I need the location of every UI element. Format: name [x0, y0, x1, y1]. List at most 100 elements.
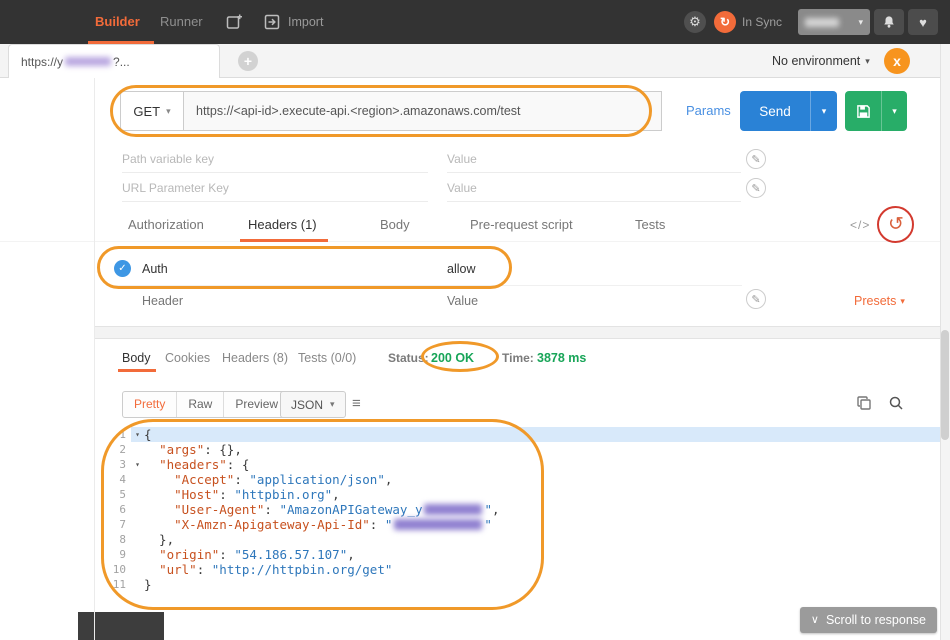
send-options-caret[interactable]: ▾	[810, 91, 837, 131]
tab-tests[interactable]: Tests	[635, 210, 665, 240]
chevron-down-icon: ▾	[166, 106, 171, 117]
search-icon[interactable]	[888, 395, 904, 411]
code-line: 11}	[95, 577, 940, 592]
account-button[interactable]: ▾	[798, 9, 870, 35]
fold-caret-icon[interactable]: ▾	[131, 457, 144, 472]
settings-gear-icon[interactable]: ⚙	[684, 11, 706, 33]
view-mode-raw[interactable]: Raw	[177, 392, 224, 417]
wrap-lines-icon[interactable]: ≡	[352, 394, 361, 414]
request-url-input[interactable]	[183, 91, 662, 131]
environment-quick-look-icon[interactable]: x	[884, 48, 910, 74]
code-body: 1▾{2 "args": {},3▾ "headers": {4 "Accept…	[95, 427, 940, 592]
line-number: 5	[95, 487, 131, 502]
tab-body[interactable]: Body	[380, 210, 410, 240]
tab-url-suffix: ?...	[113, 55, 130, 69]
code-text: "headers": {	[144, 457, 249, 472]
tab-builder[interactable]: Builder	[95, 0, 140, 44]
code-line: 9 "origin": "54.186.57.107",	[95, 547, 940, 562]
new-window-icon[interactable]	[226, 14, 243, 31]
response-body-editor: 1▾{2 "args": {},3▾ "headers": {4 "Accept…	[95, 427, 940, 592]
fold-spacer	[131, 487, 144, 502]
tab-pre-request-script[interactable]: Pre-request script	[470, 210, 573, 240]
tab-headers[interactable]: Headers (1)	[248, 210, 317, 240]
response-tab-headers[interactable]: Headers (8)	[222, 345, 288, 371]
fold-spacer	[131, 577, 144, 592]
chevron-down-icon: ▾	[900, 296, 905, 307]
scroll-to-response-button[interactable]: ∨ Scroll to response	[800, 607, 937, 633]
header-key-input[interactable]	[142, 252, 442, 285]
url-parameter-key-input[interactable]	[122, 175, 428, 201]
heart-icon[interactable]: ♥	[908, 9, 938, 35]
path-variable-key-input[interactable]	[122, 146, 428, 172]
copy-icon[interactable]	[856, 395, 872, 411]
fold-caret-icon[interactable]: ▾	[131, 427, 144, 442]
header-row-auth: ✓	[114, 252, 742, 286]
request-editor-tabs: Authorization Headers (1) Body Pre-reque…	[0, 210, 950, 242]
line-number: 4	[95, 472, 131, 487]
response-tabs-row: Body Cookies Headers (8) Tests (0/0) Sta…	[0, 345, 950, 372]
request-tab-bar: https://y ?... + No environment ▾ x	[0, 44, 950, 78]
save-button[interactable]	[845, 91, 881, 131]
new-header-value-input[interactable]	[447, 286, 727, 316]
line-number: 10	[95, 562, 131, 577]
code-line: 4 "Accept": "application/json",	[95, 472, 940, 487]
pane-splitter[interactable]	[95, 326, 950, 339]
blurred-code-segment	[394, 519, 482, 530]
edit-pencil-icon[interactable]: ✎	[746, 289, 766, 309]
fold-spacer	[131, 517, 144, 532]
header-value-input[interactable]	[447, 252, 727, 285]
time-label: Time:	[502, 345, 534, 371]
header-row-empty	[114, 286, 742, 316]
edit-pencil-icon[interactable]: ✎	[746, 149, 766, 169]
method-dropdown[interactable]: GET ▾	[120, 91, 184, 131]
request-tab[interactable]: https://y ?...	[8, 44, 220, 78]
send-button-group: Send ▾	[740, 91, 837, 131]
reset-icon[interactable]: ↺	[888, 210, 904, 240]
sync-status-icon[interactable]: ↻	[714, 11, 736, 33]
url-parameter-value-input[interactable]	[447, 175, 741, 201]
format-value: JSON	[291, 398, 323, 412]
code-text: "url": "http://httpbin.org/get"	[144, 562, 392, 577]
format-dropdown[interactable]: JSON ▾	[280, 391, 346, 418]
params-button[interactable]: Params	[686, 91, 731, 131]
code-text: },	[144, 532, 174, 547]
response-tab-tests[interactable]: Tests (0/0)	[298, 345, 356, 371]
response-tab-body[interactable]: Body	[122, 345, 151, 371]
environment-dropdown[interactable]: No environment ▾	[772, 44, 870, 78]
new-header-key-input[interactable]	[142, 286, 442, 316]
path-variable-key-cell	[122, 146, 428, 173]
fold-spacer	[131, 532, 144, 547]
tab-runner[interactable]: Runner	[160, 0, 203, 44]
code-line: 2 "args": {},	[95, 442, 940, 457]
line-number: 7	[95, 517, 131, 532]
fold-spacer	[131, 547, 144, 562]
edit-pencil-icon[interactable]: ✎	[746, 178, 766, 198]
path-variable-value-input[interactable]	[447, 146, 741, 172]
method-value: GET	[133, 104, 160, 119]
send-button[interactable]: Send	[740, 91, 810, 131]
response-viewer-toolbar: Pretty Raw Preview JSON ▾ ≡	[0, 391, 950, 418]
checkbox-checked-icon[interactable]: ✓	[114, 260, 131, 277]
chevron-down-icon: ▾	[865, 56, 870, 67]
fold-spacer	[131, 562, 144, 577]
presets-label: Presets	[854, 294, 896, 308]
response-tab-cookies[interactable]: Cookies	[165, 345, 210, 371]
generate-code-icon[interactable]: </>	[850, 210, 870, 240]
vertical-scrollbar-thumb[interactable]	[941, 330, 949, 440]
blurred-code-segment	[424, 504, 482, 515]
fold-spacer	[131, 442, 144, 457]
import-icon[interactable]	[264, 14, 280, 30]
line-number: 1	[95, 427, 131, 442]
add-tab-button[interactable]: +	[238, 51, 258, 71]
presets-dropdown[interactable]: Presets ▾	[854, 286, 905, 316]
in-sync-label: In Sync	[742, 0, 782, 44]
code-text: "Host": "httpbin.org",	[144, 487, 340, 502]
notifications-bell-icon[interactable]	[874, 9, 904, 35]
view-mode-pretty[interactable]: Pretty	[123, 392, 177, 417]
code-line: 7 "X-Amzn-Apigateway-Api-Id": ""	[95, 517, 940, 532]
line-number: 9	[95, 547, 131, 562]
tab-authorization[interactable]: Authorization	[128, 210, 204, 240]
url-parameter-value-cell	[447, 175, 741, 202]
import-label[interactable]: Import	[288, 0, 323, 44]
save-options-caret[interactable]: ▾	[881, 91, 907, 131]
